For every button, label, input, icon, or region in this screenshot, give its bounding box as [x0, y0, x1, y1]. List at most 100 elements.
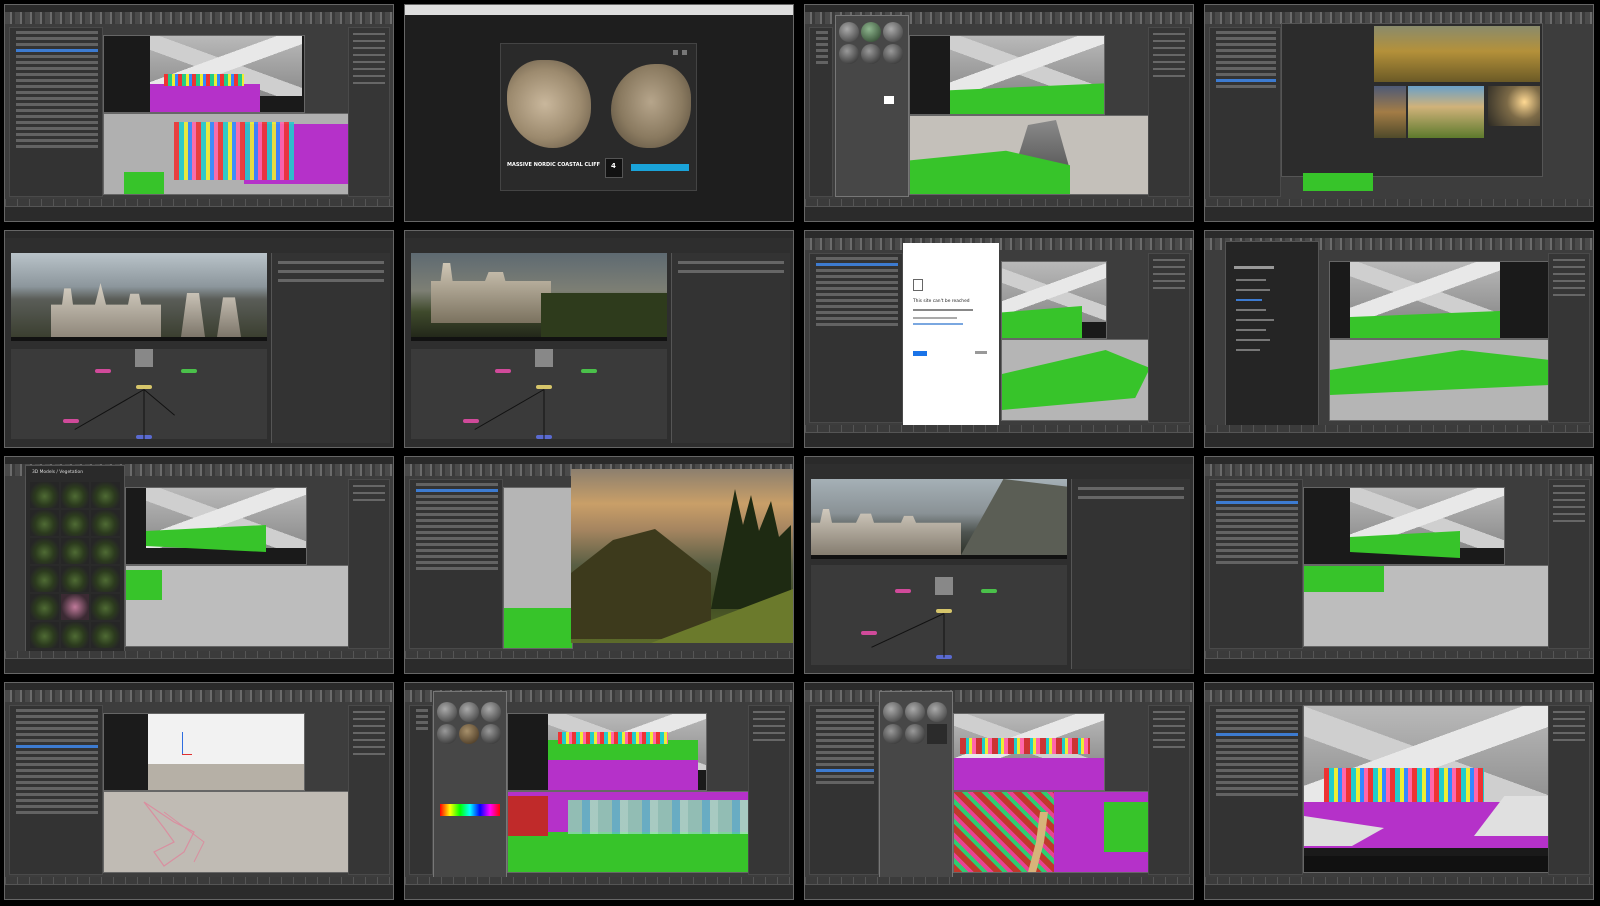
color-picker-spectrum[interactable] — [440, 804, 500, 816]
viewport-bottom[interactable] — [1303, 565, 1551, 647]
command-panel[interactable] — [348, 27, 390, 197]
menu-bar[interactable] — [1205, 5, 1593, 12]
vegetation-thumbnails[interactable] — [30, 482, 120, 648]
viewport-top[interactable] — [953, 713, 1105, 791]
tile-4[interactable] — [1204, 4, 1594, 222]
command-panel[interactable] — [1148, 253, 1190, 423]
main-toolbar[interactable] — [5, 12, 393, 24]
file-browser-window[interactable] — [1225, 241, 1319, 431]
vegetation-thumbnail[interactable] — [60, 482, 90, 508]
scene-explorer[interactable] — [9, 705, 103, 875]
tile-7[interactable]: This site can't be reached — [804, 230, 1194, 448]
tile-3[interactable] — [804, 4, 1194, 222]
viewport-top[interactable] — [1303, 487, 1505, 565]
viewport-single[interactable] — [1303, 705, 1551, 873]
vegetation-thumbnail[interactable] — [30, 594, 59, 620]
command-panel[interactable] — [1548, 479, 1590, 649]
viewport-bottom[interactable] — [507, 791, 751, 873]
vegetation-thumbnail[interactable] — [30, 482, 59, 508]
vegetation-thumbnail[interactable] — [91, 566, 120, 592]
reference-image-2[interactable] — [1374, 86, 1406, 138]
command-panel[interactable] — [1548, 705, 1590, 875]
tile-15[interactable] — [804, 682, 1194, 900]
menu-bar[interactable] — [805, 683, 1193, 690]
image-viewer-window[interactable] — [1281, 23, 1543, 177]
menu-bar[interactable] — [1205, 231, 1593, 238]
properties-panel[interactable] — [1071, 479, 1190, 669]
menu-bar[interactable] — [5, 457, 393, 464]
command-panel[interactable] — [748, 705, 790, 875]
vegetation-thumbnail[interactable] — [91, 482, 120, 508]
scene-explorer[interactable] — [1209, 27, 1281, 197]
menu-bar[interactable] — [5, 231, 393, 238]
viewport-top[interactable] — [1329, 261, 1551, 339]
menu-bar[interactable] — [5, 5, 393, 12]
viewport-left[interactable] — [503, 487, 573, 649]
scene-explorer[interactable] — [1209, 479, 1303, 649]
vegetation-thumbnail[interactable] — [60, 510, 90, 536]
viewport-top[interactable] — [909, 35, 1105, 115]
scene-explorer[interactable] — [809, 27, 833, 197]
download-button[interactable] — [631, 164, 689, 171]
vegetation-thumbnail[interactable] — [60, 594, 90, 620]
properties-panel[interactable] — [671, 253, 790, 443]
viewport-bottom[interactable] — [1001, 339, 1151, 421]
tile-8[interactable] — [1204, 230, 1594, 448]
main-toolbar[interactable] — [805, 690, 1193, 702]
viewport-top[interactable] — [103, 35, 305, 113]
material-editor-window[interactable] — [835, 15, 909, 197]
viewport-bottom[interactable] — [953, 791, 1151, 873]
vegetation-thumbnail[interactable] — [91, 538, 120, 564]
tile-2[interactable]: MASSIVE NORDIC COASTAL CLIFF 4 — [404, 4, 794, 222]
reference-image-4[interactable] — [1488, 86, 1540, 126]
asset-library-panel[interactable]: 3D Models / Vegetation — [25, 465, 125, 653]
tile-10[interactable] — [404, 456, 794, 674]
scene-explorer[interactable] — [409, 705, 433, 875]
command-panel[interactable] — [348, 705, 390, 875]
tile-16[interactable] — [1204, 682, 1594, 900]
main-toolbar[interactable] — [1205, 464, 1593, 476]
material-editor-window[interactable] — [433, 691, 507, 879]
vegetation-thumbnail[interactable] — [30, 566, 59, 592]
menu-bar[interactable] — [405, 231, 793, 238]
viewport-top[interactable] — [1001, 261, 1107, 339]
forest-hill-photo[interactable] — [571, 469, 793, 643]
tile-1[interactable] — [4, 4, 394, 222]
vegetation-thumbnail[interactable] — [91, 622, 120, 648]
vegetation-thumbnail[interactable] — [60, 566, 90, 592]
command-panel[interactable] — [1148, 27, 1190, 197]
viewport-bottom[interactable] — [125, 565, 353, 647]
menu-bar[interactable] — [5, 683, 393, 690]
details-link[interactable] — [975, 351, 987, 354]
vegetation-thumbnail[interactable] — [60, 538, 90, 564]
node-graph[interactable] — [811, 565, 1067, 665]
reference-image-3[interactable] — [1408, 86, 1484, 138]
tile-14[interactable] — [404, 682, 794, 900]
material-editor-window[interactable] — [879, 691, 953, 879]
node-graph[interactable] — [11, 349, 267, 440]
tile-9[interactable]: 3D Models / Vegetation — [4, 456, 394, 674]
menu-bar[interactable] — [805, 457, 1193, 464]
main-toolbar[interactable] — [1205, 690, 1593, 702]
command-panel[interactable] — [1548, 253, 1590, 423]
menu-bar[interactable] — [1205, 457, 1593, 464]
viewport-top[interactable] — [125, 487, 307, 565]
scene-explorer[interactable] — [9, 27, 103, 197]
menu-bar[interactable] — [805, 5, 1193, 12]
tile-12[interactable] — [1204, 456, 1594, 674]
viewport-top[interactable] — [507, 713, 707, 791]
vegetation-thumbnail[interactable] — [91, 510, 120, 536]
tile-5[interactable] — [4, 230, 394, 448]
expand-icon[interactable] — [673, 50, 678, 55]
viewport-bottom[interactable] — [103, 791, 351, 873]
tile-13[interactable] — [4, 682, 394, 900]
close-icon[interactable] — [682, 50, 687, 55]
tile-11[interactable] — [804, 456, 1194, 674]
vegetation-thumbnail[interactable] — [30, 510, 59, 536]
scene-explorer[interactable] — [409, 479, 503, 649]
scene-explorer[interactable] — [1209, 705, 1303, 875]
scene-explorer[interactable] — [809, 253, 903, 423]
reference-image-1[interactable] — [1374, 26, 1540, 82]
menu-bar[interactable] — [405, 457, 793, 464]
menu-bar[interactable] — [405, 683, 793, 690]
